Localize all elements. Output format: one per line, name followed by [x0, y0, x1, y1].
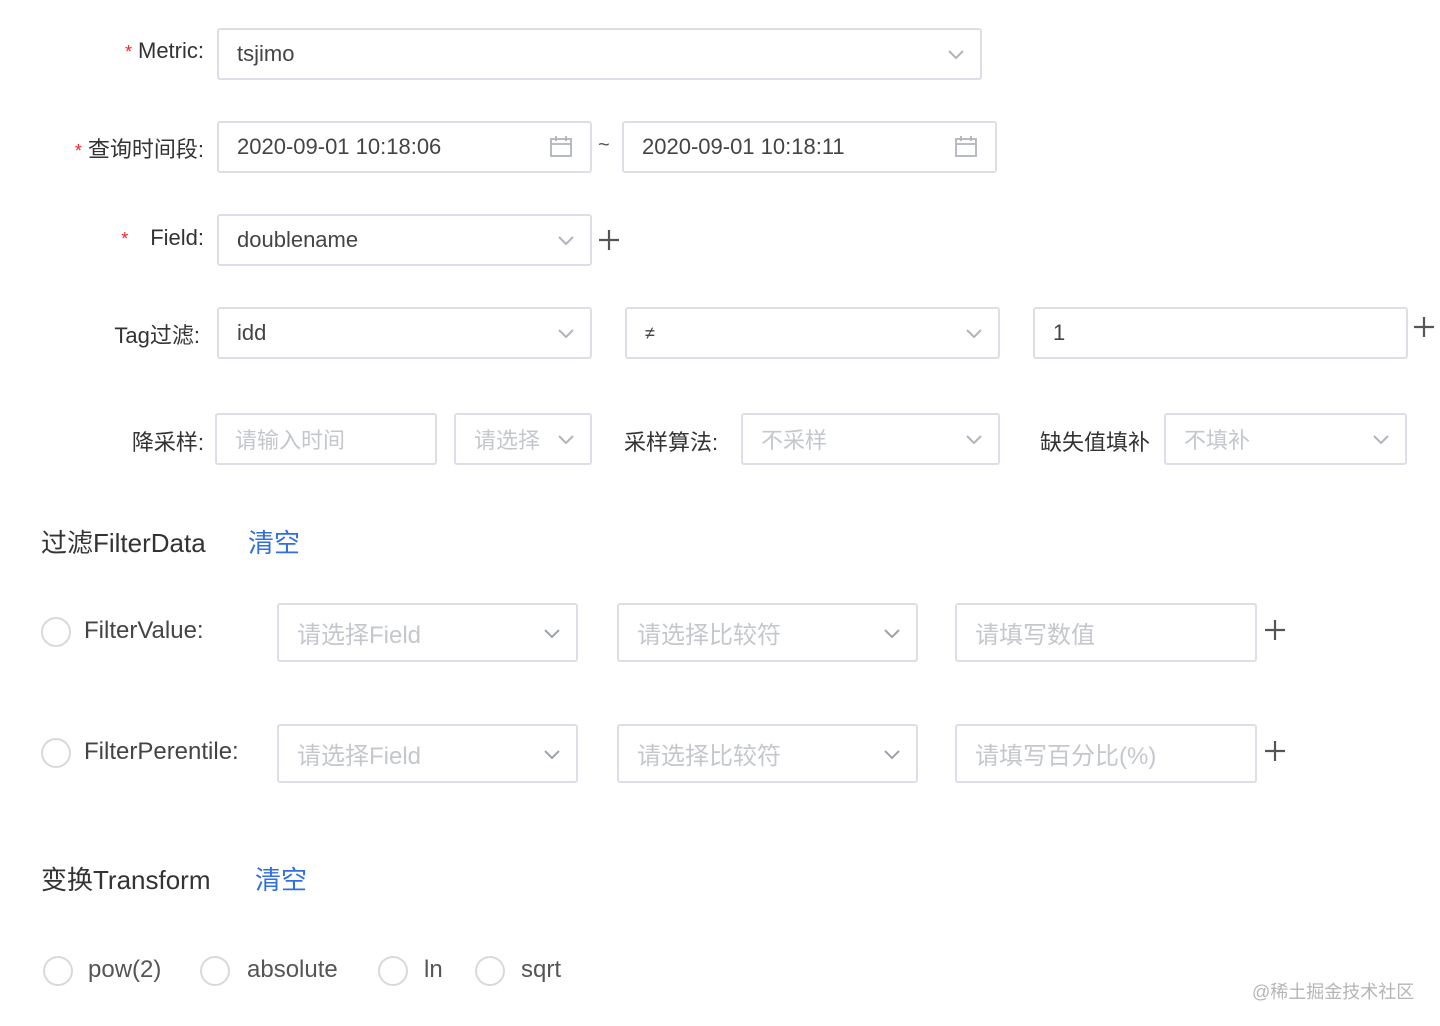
transform-pow2-label: pow(2)	[88, 956, 162, 983]
filter-percentile-operator-select[interactable]: 请选择比较符	[617, 724, 918, 783]
required-mark: *	[124, 42, 132, 62]
filter-clear-link[interactable]: 清空	[248, 523, 300, 560]
watermark: @稀土掘金技术社区	[1252, 982, 1415, 1002]
transform-clear-link[interactable]: 清空	[255, 860, 307, 897]
chevron-down-icon	[884, 628, 900, 638]
start-date-value: 2020-09-01 10:18:06	[237, 134, 442, 159]
add-tag-plus-icon[interactable]	[1411, 314, 1437, 340]
transform-sqrt-label: sqrt	[521, 956, 562, 983]
metric-value: tsjimo	[237, 41, 295, 66]
filter-percentile-number-input[interactable]: 请填写百分比(%)	[955, 724, 1257, 783]
filter-value-radio[interactable]	[41, 617, 71, 647]
fill-missing-placeholder: 不填补	[1184, 428, 1251, 453]
transform-pow2-radio[interactable]	[43, 956, 73, 986]
end-date-value: 2020-09-01 10:18:11	[642, 134, 845, 159]
downsample-unit-placeholder: 请选择	[474, 428, 541, 453]
tag-key-select[interactable]: idd	[217, 307, 592, 359]
transform-ln-label: ln	[424, 956, 443, 983]
calendar-icon	[955, 136, 977, 157]
tag-operator-select[interactable]: ≠	[625, 307, 1000, 359]
add-filter-percentile-plus-icon[interactable]	[1262, 738, 1288, 764]
filter-value-operator-select[interactable]: 请选择比较符	[617, 603, 918, 662]
field-value: doublename	[237, 227, 359, 252]
filter-percentile-radio[interactable]	[41, 738, 71, 768]
field-select[interactable]: doublename	[217, 214, 592, 266]
chevron-down-icon	[558, 236, 574, 246]
transform-ln-radio[interactable]	[378, 956, 408, 986]
tag-value: 1	[1053, 320, 1066, 345]
chevron-down-icon	[966, 329, 982, 339]
tag-operator-value: ≠	[645, 322, 655, 343]
time-range-label: * 查询时间段:	[74, 137, 204, 162]
sampling-algo-label: 采样算法:	[624, 430, 719, 455]
add-field-plus-icon[interactable]	[596, 227, 622, 253]
chevron-down-icon	[948, 50, 964, 60]
transform-absolute-radio[interactable]	[200, 956, 230, 986]
filter-percentile-operator-placeholder: 请选择比较符	[637, 743, 781, 770]
filter-percentile-field-select[interactable]: 请选择Field	[277, 724, 578, 783]
downsample-time-input[interactable]: 请输入时间	[215, 413, 437, 465]
filter-percentile-label: FilterPerentile:	[84, 738, 239, 765]
date-range-separator: ~	[598, 134, 610, 156]
fill-missing-select[interactable]: 不填补	[1164, 413, 1407, 465]
tag-key-value: idd	[237, 320, 267, 345]
chevron-down-icon	[1373, 435, 1389, 445]
tag-filter-label: Tag过滤:	[114, 323, 200, 348]
start-date-picker[interactable]: 2020-09-01 10:18:06	[217, 121, 592, 173]
transform-sqrt-radio[interactable]	[475, 956, 505, 986]
sampling-algo-placeholder: 不采样	[761, 428, 828, 453]
sampling-algo-select[interactable]: 不采样	[741, 413, 1000, 465]
chevron-down-icon	[966, 435, 982, 445]
chevron-down-icon	[884, 749, 900, 759]
chevron-down-icon	[558, 435, 574, 445]
transform-absolute-label: absolute	[247, 956, 338, 983]
add-filter-value-plus-icon[interactable]	[1262, 617, 1288, 643]
filter-value-number-input[interactable]: 请填写数值	[955, 603, 1257, 662]
end-date-picker[interactable]: 2020-09-01 10:18:11	[622, 121, 997, 173]
metric-label: * Metric:	[124, 38, 204, 63]
filter-value-number-placeholder: 请填写数值	[975, 622, 1095, 649]
downsample-label: 降采样:	[131, 430, 204, 455]
required-mark: *	[121, 229, 129, 249]
calendar-icon	[550, 136, 572, 157]
chevron-down-icon	[558, 329, 574, 339]
field-label: * Field:	[121, 225, 204, 250]
filter-value-field-select[interactable]: 请选择Field	[277, 603, 578, 662]
chevron-down-icon	[544, 749, 560, 759]
filter-value-field-placeholder: 请选择Field	[297, 622, 422, 649]
downsample-unit-select[interactable]: 请选择	[454, 413, 592, 465]
filter-value-operator-placeholder: 请选择比较符	[637, 622, 781, 649]
transform-section-title: 变换Transform	[41, 865, 211, 895]
chevron-down-icon	[544, 628, 560, 638]
downsample-time-placeholder: 请输入时间	[235, 428, 346, 453]
filter-section-title: 过滤FilterData	[41, 528, 206, 558]
required-mark: *	[74, 141, 82, 161]
tag-value-input[interactable]: 1	[1033, 307, 1408, 359]
filter-percentile-number-placeholder: 请填写百分比(%)	[975, 743, 1157, 770]
metric-select[interactable]: tsjimo	[217, 28, 982, 80]
filter-value-label: FilterValue:	[84, 617, 204, 644]
filter-percentile-field-placeholder: 请选择Field	[297, 743, 422, 770]
fill-missing-label: 缺失值填补	[1040, 430, 1151, 455]
